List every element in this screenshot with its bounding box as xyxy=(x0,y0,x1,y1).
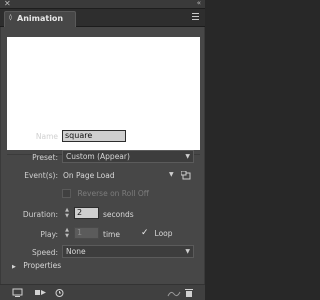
speed-dropdown[interactable]: None ▼ xyxy=(62,245,194,258)
reverse-on-roll-off-row: Reverse on Roll Off xyxy=(62,189,149,198)
panel-title: Animation xyxy=(17,14,64,23)
panel-top-bar: ✕ « xyxy=(0,0,205,9)
speed-label: Speed: xyxy=(31,248,58,257)
preset-label: Preset: xyxy=(32,153,58,162)
name-input[interactable]: square xyxy=(62,130,126,142)
properties-disclosure[interactable]: ▶ Properties xyxy=(12,261,61,270)
reverse-on-roll-off-label: Reverse on Roll Off xyxy=(77,189,149,198)
play-unit: time xyxy=(103,230,120,239)
duration-label: Duration: xyxy=(22,210,58,219)
preset-value: Custom (Appear) xyxy=(66,152,130,161)
events-chevron-down-icon[interactable]: ▼ xyxy=(169,171,174,178)
duration-stepper[interactable]: ▲ ▼ xyxy=(62,207,72,220)
play-input: 1 xyxy=(74,227,99,239)
disclosure-triangle-icon: ▶ xyxy=(12,264,16,270)
collapse-panel-icon[interactable]: « xyxy=(197,0,201,7)
motion-path-icon[interactable] xyxy=(167,287,181,299)
properties-label: Properties xyxy=(23,261,62,270)
tab-chevron-icon: ◊ xyxy=(9,14,12,21)
chevron-down-icon: ▼ xyxy=(185,248,190,255)
duration-unit: seconds xyxy=(103,210,134,219)
events-label: Event(s): xyxy=(24,171,58,180)
preview-icon[interactable] xyxy=(12,287,23,299)
close-icon[interactable]: ✕ xyxy=(4,0,11,8)
events-dropdown[interactable]: On Page Load xyxy=(63,171,115,180)
event-settings-icon[interactable] xyxy=(181,171,191,180)
chevron-down-icon: ▼ xyxy=(185,153,190,160)
stepper-down-icon: ▼ xyxy=(65,233,69,239)
reverse-on-roll-off-checkbox[interactable] xyxy=(62,189,71,198)
panel-footer xyxy=(0,284,205,300)
loop-label: Loop xyxy=(154,229,173,238)
panel-tab-bar: ◊ Animation xyxy=(0,9,205,27)
play-forward-icon[interactable] xyxy=(35,287,47,299)
trash-icon[interactable] xyxy=(184,287,194,299)
tab-animation[interactable]: ◊ Animation xyxy=(4,11,76,27)
clock-icon[interactable] xyxy=(54,287,65,299)
speed-value: None xyxy=(66,247,86,256)
loop-checkbox[interactable]: ✓ Loop xyxy=(141,228,173,239)
play-stepper: ▲ ▼ xyxy=(62,227,72,240)
checkmark-icon: ✓ xyxy=(141,228,149,238)
stepper-down-icon[interactable]: ▼ xyxy=(62,213,72,219)
play-label: Play: xyxy=(40,230,58,239)
duration-input[interactable]: 2 xyxy=(74,207,99,219)
name-label: Name xyxy=(35,132,58,141)
hamburger-icon[interactable] xyxy=(192,13,199,20)
preset-dropdown[interactable]: Custom (Appear) ▼ xyxy=(62,150,194,163)
animation-panel xyxy=(0,27,205,300)
